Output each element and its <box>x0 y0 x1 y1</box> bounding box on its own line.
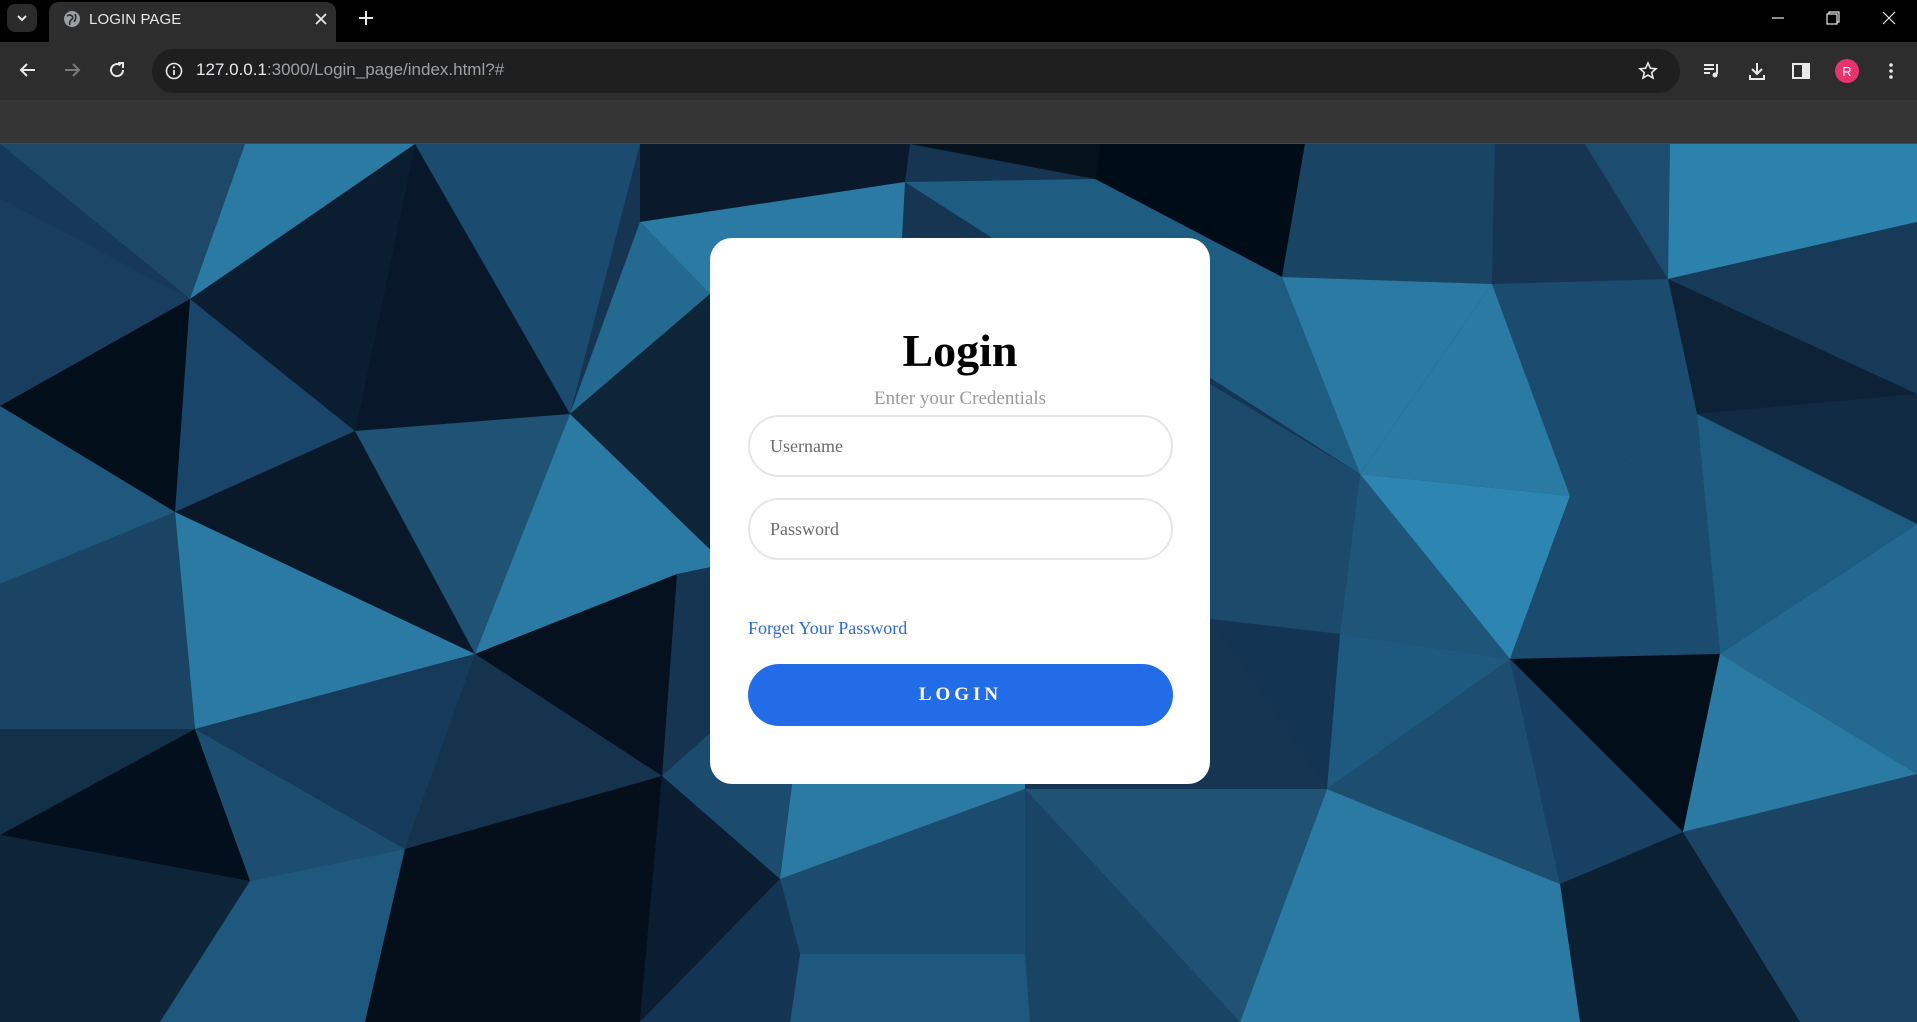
new-tab-button[interactable] <box>353 5 379 31</box>
chevron-down-icon <box>17 15 27 22</box>
side-panel-icon <box>1792 63 1810 79</box>
login-title: Login <box>902 325 1018 376</box>
kebab-menu-icon <box>1889 63 1893 79</box>
tab-close-button[interactable] <box>309 7 333 31</box>
tab-strip: LOGIN PAGE <box>0 0 1917 42</box>
download-icon <box>1749 63 1765 80</box>
close-window-button[interactable] <box>1861 0 1917 36</box>
star-icon <box>1638 61 1658 80</box>
username-input[interactable] <box>748 415 1173 477</box>
globe-icon <box>64 11 80 27</box>
login-button[interactable]: LOGIN <box>748 664 1173 726</box>
arrow-left-icon <box>19 63 35 77</box>
login-subtitle: Enter your Credentials <box>873 388 1046 409</box>
address-bar[interactable]: 127.0.0.1:3000/Login_page/index.html?# <box>152 49 1680 93</box>
page-viewport: Login Enter your Credentials Forget Your… <box>0 144 1917 1022</box>
playlist-music-icon <box>1704 64 1718 78</box>
close-icon <box>315 13 327 25</box>
arrow-right-icon <box>65 63 81 77</box>
url-text: 127.0.0.1:3000/Login_page/index.html?# <box>196 60 504 80</box>
back-button[interactable] <box>13 55 43 85</box>
forgot-password-link[interactable]: Forget Your Password <box>748 618 907 639</box>
bookmark-star-button[interactable] <box>1636 59 1660 83</box>
reload-icon <box>110 62 125 78</box>
downloads-button[interactable] <box>1742 56 1772 86</box>
restore-icon <box>1826 11 1840 25</box>
close-icon <box>1882 11 1896 25</box>
media-controls-button[interactable] <box>1697 56 1727 86</box>
browser-toolbar: 127.0.0.1:3000/Login_page/index.html?# R <box>0 42 1917 100</box>
profile-avatar[interactable]: R <box>1835 59 1859 83</box>
tab-title: LOGIN PAGE <box>89 11 182 28</box>
plus-icon <box>359 11 373 25</box>
forward-button[interactable] <box>57 55 87 85</box>
url-host: 127.0.0.1 <box>196 60 267 79</box>
login-card: Login Enter your Credentials Forget Your… <box>710 238 1210 784</box>
restore-button[interactable] <box>1805 0 1861 36</box>
url-path: :3000/Login_page/index.html?# <box>266 60 505 79</box>
password-input[interactable] <box>748 498 1173 560</box>
minimize-button[interactable] <box>1750 0 1806 36</box>
bookmarks-bar <box>0 100 1917 144</box>
site-info-icon[interactable] <box>162 59 186 83</box>
minimize-icon <box>1772 17 1784 19</box>
reload-button[interactable] <box>102 55 132 85</box>
side-panel-button[interactable] <box>1786 56 1816 86</box>
tab-search-button[interactable] <box>7 4 37 32</box>
menu-button[interactable] <box>1876 56 1906 86</box>
browser-tab[interactable]: LOGIN PAGE <box>49 2 336 42</box>
